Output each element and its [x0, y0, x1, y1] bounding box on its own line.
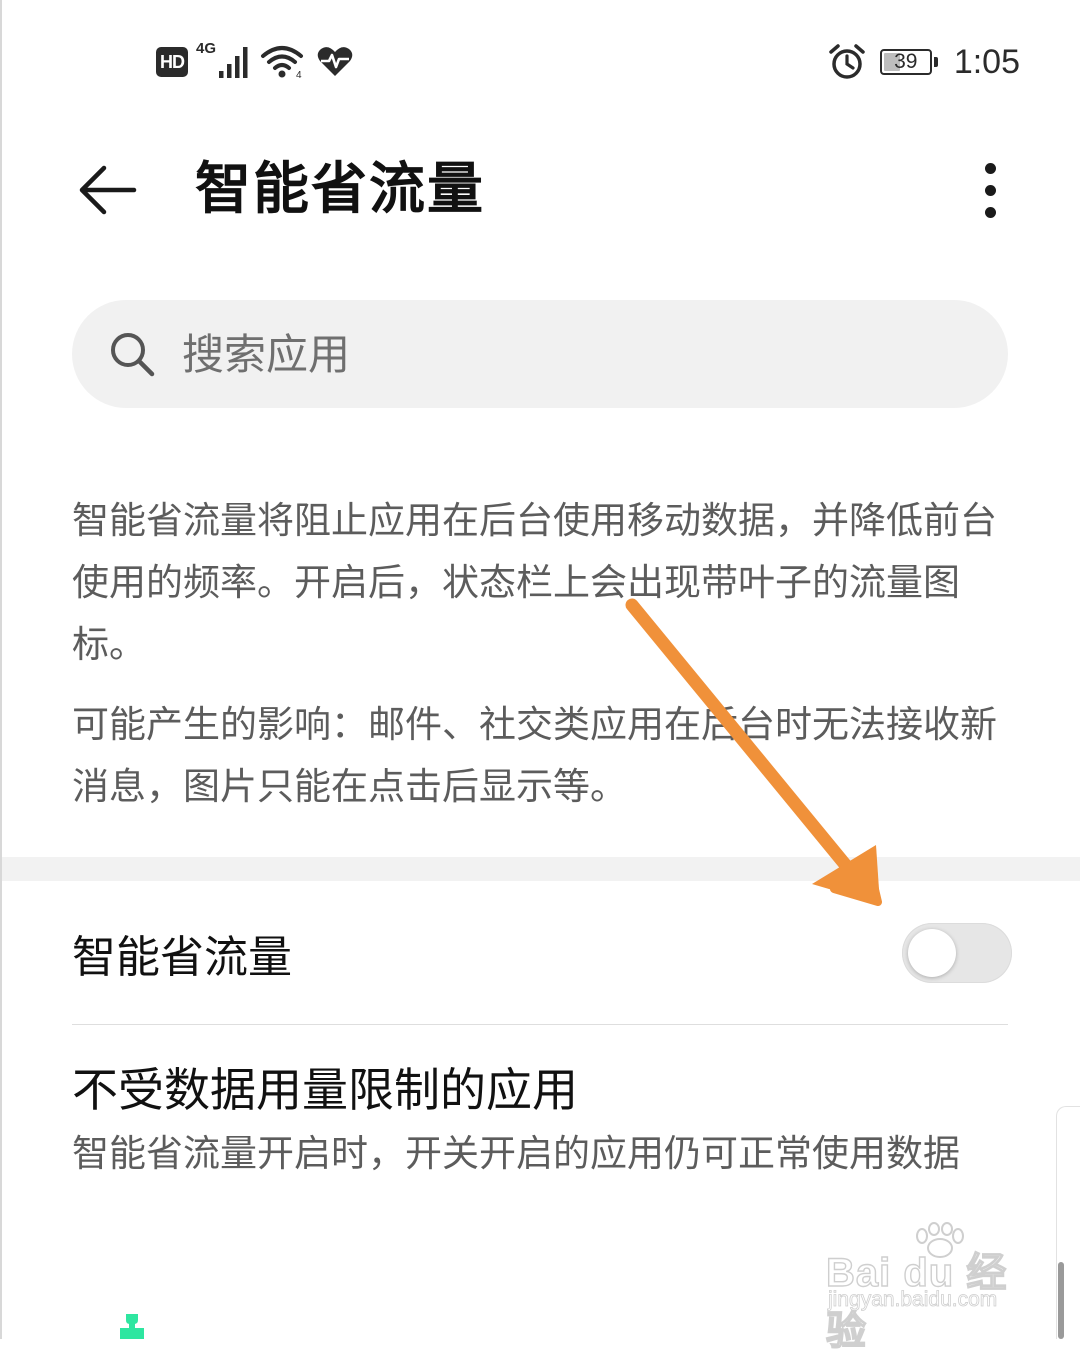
unrestricted-apps-title: 不受数据用量限制的应用	[72, 1063, 578, 1117]
feature-impact-note: 可能产生的影响：邮件、社交类应用在后台时无法接收新消息，图片只能在点击后显示等。	[72, 703, 997, 808]
page-edge	[0, 0, 2, 1339]
switch-knob	[908, 929, 956, 977]
wifi-icon: 4	[261, 46, 304, 80]
smart-data-saver-row[interactable]: 智能省流量	[72, 881, 1012, 1025]
smart-data-saver-switch[interactable]	[902, 923, 1012, 983]
more-vertical-icon-dot	[984, 206, 996, 218]
battery-icon: 39	[879, 49, 938, 75]
search-input[interactable]	[180, 318, 944, 390]
section-divider	[2, 857, 1080, 881]
battery-level: 39	[894, 50, 918, 73]
svg-text:4: 4	[296, 70, 302, 80]
unrestricted-apps-row[interactable]: 不受数据用量限制的应用 智能省流量开启时，开关开启的应用仍可正常使用数据	[72, 1056, 1008, 1182]
network-type-label: 4G	[196, 40, 217, 57]
smart-data-saver-label: 智能省流量	[72, 932, 292, 983]
status-right-group: 39 1:05	[828, 40, 1020, 84]
page-title: 智能省流量	[195, 157, 485, 222]
alarm-icon	[829, 44, 865, 79]
more-vertical-icon-dot	[984, 184, 996, 196]
health-heart-icon	[317, 47, 353, 76]
watermark-url: jingyan.baidu.com	[828, 1288, 998, 1312]
scrollbar-thumb[interactable]	[1058, 1262, 1064, 1339]
more-vertical-icon	[984, 162, 996, 174]
hd-icon: HD	[156, 47, 188, 77]
baidu-watermark: Bai du 经验 jingyan.baidu.com	[825, 1222, 1026, 1354]
unrestricted-apps-subtitle: 智能省流量开启时，开关开启的应用仍可正常使用数据	[72, 1132, 960, 1175]
status-left-group: HD 4G 4	[156, 40, 354, 82]
back-button[interactable]	[70, 152, 146, 228]
app-icon-partial	[120, 1314, 144, 1339]
more-options-button[interactable]	[962, 152, 1018, 228]
row-divider	[72, 1024, 1008, 1025]
search-icon	[111, 333, 155, 377]
signal-icon	[219, 47, 248, 78]
status-time: 1:05	[953, 42, 1020, 81]
feature-description: 智能省流量将阻止应用在后台使用移动数据，并降低前台使用的频率。开启后，状态栏上会…	[72, 499, 997, 666]
status-bar: HD 4G 4 39 1:05	[0, 0, 1080, 120]
search-bar[interactable]	[72, 300, 1008, 408]
back-arrow-icon	[79, 165, 137, 215]
